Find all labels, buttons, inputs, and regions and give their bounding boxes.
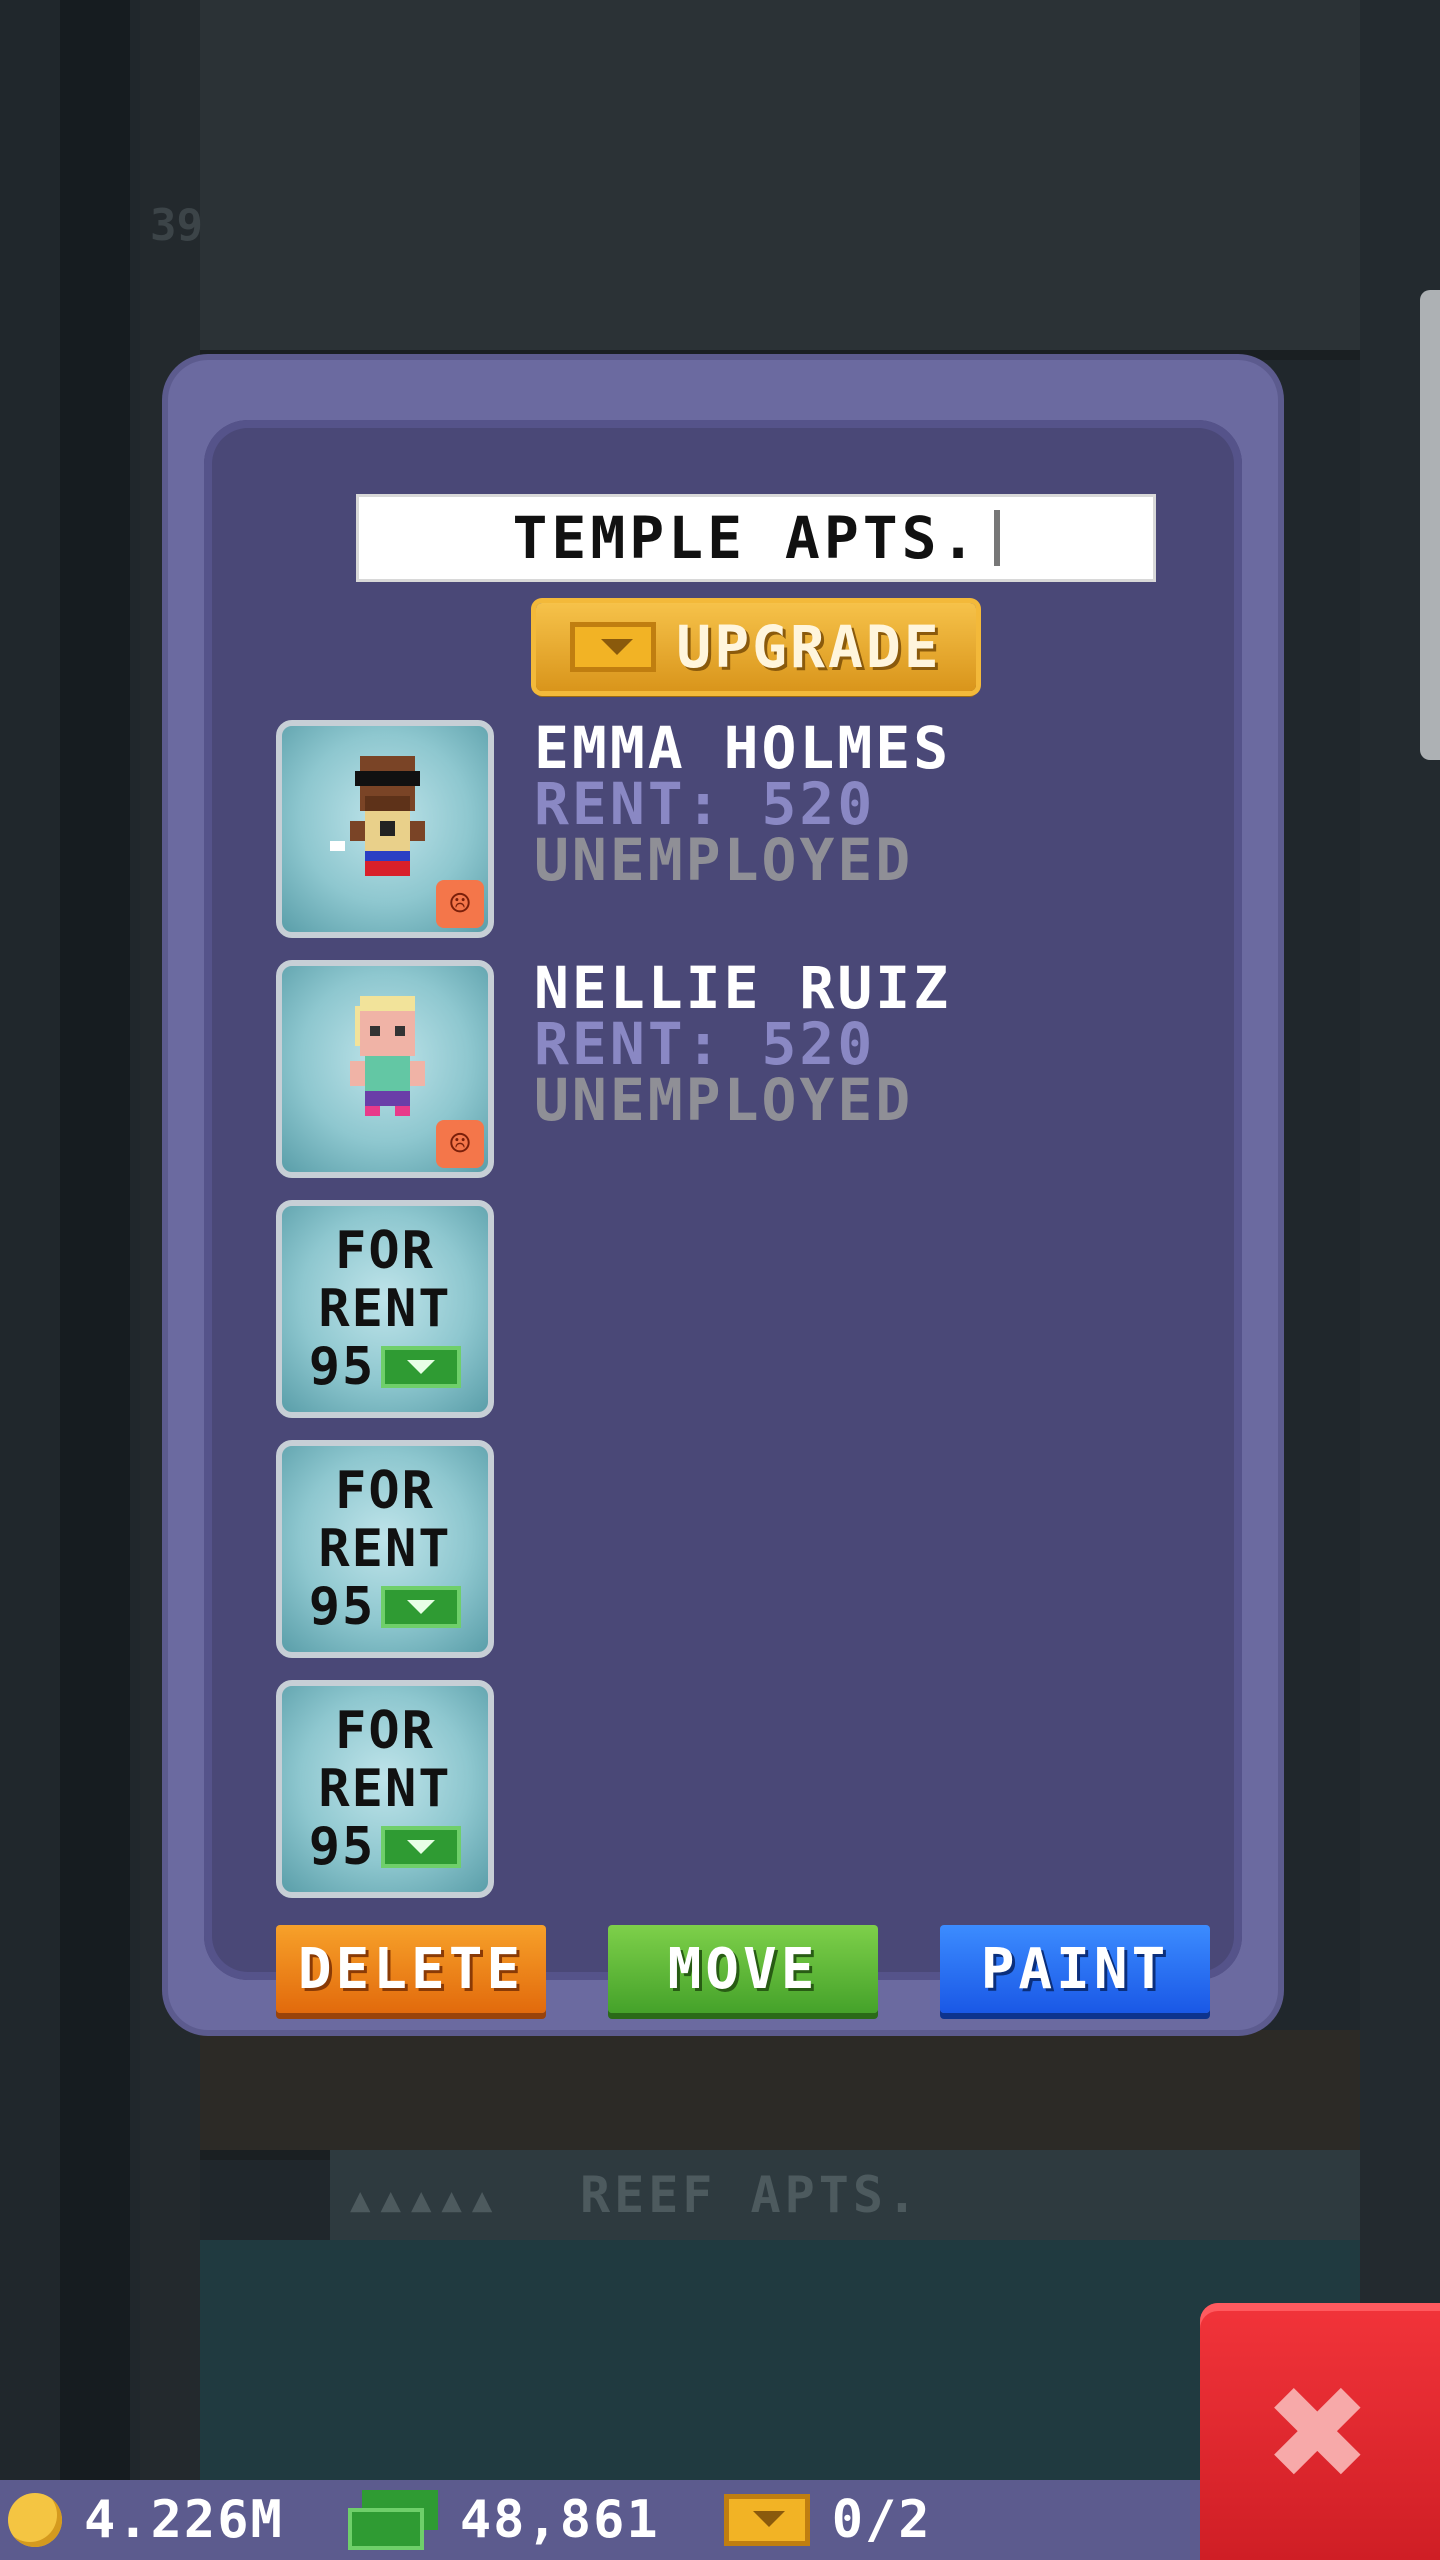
floor-number: 39 bbox=[150, 200, 203, 251]
coin-icon bbox=[8, 2493, 62, 2547]
rent-text: RENT bbox=[318, 1759, 452, 1819]
dialog-panel: TEMPLE APTS. UPGRADE ☹ EMMA HOLMES RENT:… bbox=[204, 420, 1242, 2013]
for-rent-slot-2[interactable]: FOR RENT 95 bbox=[276, 1440, 494, 1658]
resident-rent: RENT: 520 bbox=[534, 1010, 876, 1078]
for-rent-label: FOR RENT 95 bbox=[282, 1686, 488, 1892]
resident-info-1: EMMA HOLMES RENT: 520 UNEMPLOYED bbox=[534, 714, 952, 894]
currency-status-bar: 4.226M 48,861 0/2 bbox=[0, 2480, 1200, 2560]
side-scroll-handle[interactable] bbox=[1420, 290, 1440, 760]
bux-icon bbox=[381, 1346, 462, 1388]
sad-face-icon: ☹ bbox=[436, 1120, 484, 1168]
close-x-icon: ✖ bbox=[1268, 2332, 1372, 2531]
move-button[interactable]: MOVE bbox=[608, 1925, 878, 2013]
bux-icon bbox=[381, 1586, 462, 1628]
bux-icon bbox=[381, 1826, 462, 1868]
middle-floor bbox=[200, 2030, 1360, 2160]
rent-price: 95 bbox=[309, 1578, 462, 1636]
golden-ticket-icon bbox=[570, 622, 657, 672]
for-text: FOR bbox=[335, 1461, 435, 1521]
resident-rent: RENT: 520 bbox=[534, 770, 876, 838]
resident-slot-2[interactable]: ☹ bbox=[276, 960, 494, 1178]
price-value: 95 bbox=[308, 1577, 376, 1637]
paint-button[interactable]: PAINT bbox=[940, 1925, 1210, 2013]
resident-avatar-emma bbox=[330, 755, 425, 876]
text-caret bbox=[993, 510, 1000, 566]
resident-job: UNEMPLOYED bbox=[534, 826, 914, 894]
rent-text: RENT bbox=[318, 1519, 452, 1579]
game-screen: 39 REEF APTS. ▲▲▲▲▲ TEMPLE APTS. UPGRADE bbox=[0, 0, 1440, 2560]
for-rent-label: FOR RENT 95 bbox=[282, 1446, 488, 1652]
bux-value: 48,861 bbox=[459, 2490, 660, 2550]
resident-job: UNEMPLOYED bbox=[534, 1066, 914, 1134]
lower-floor-name: REEF APTS. bbox=[580, 2166, 922, 2224]
resident-info-2: NELLIE RUIZ RENT: 520 UNEMPLOYED bbox=[534, 954, 952, 1134]
upgrade-label: UPGRADE bbox=[676, 613, 942, 681]
elevator-shaft bbox=[60, 0, 130, 2480]
tickets-value: 0/2 bbox=[831, 2490, 932, 2550]
resident-name: NELLIE RUIZ bbox=[534, 954, 952, 1022]
golden-ticket-icon bbox=[723, 2494, 810, 2546]
resident-slot-1[interactable]: ☹ bbox=[276, 720, 494, 938]
lower-floor bbox=[200, 2240, 1360, 2490]
upper-floor bbox=[200, 0, 1360, 360]
floor-name-text: TEMPLE APTS. bbox=[512, 504, 980, 572]
floor-name-input[interactable]: TEMPLE APTS. bbox=[356, 494, 1156, 582]
rent-text: RENT bbox=[318, 1279, 452, 1339]
bux-icon bbox=[347, 2490, 438, 2550]
rent-price: 95 bbox=[309, 1818, 462, 1876]
for-rent-label: FOR RENT 95 bbox=[282, 1206, 488, 1412]
resident-name: EMMA HOLMES bbox=[534, 714, 952, 782]
for-text: FOR bbox=[335, 1221, 435, 1281]
occupant-icons: ▲▲▲▲▲ bbox=[350, 2180, 503, 2220]
upgrade-button[interactable]: UPGRADE bbox=[536, 603, 976, 691]
for-text: FOR bbox=[335, 1701, 435, 1761]
resident-avatar-nellie bbox=[350, 995, 425, 1116]
delete-button[interactable]: DELETE bbox=[276, 1925, 546, 2013]
price-value: 95 bbox=[308, 1337, 376, 1397]
sad-face-icon: ☹ bbox=[436, 880, 484, 928]
price-value: 95 bbox=[308, 1817, 376, 1877]
floor-detail-dialog: TEMPLE APTS. UPGRADE ☹ EMMA HOLMES RENT:… bbox=[168, 360, 1278, 2030]
for-rent-slot-1[interactable]: FOR RENT 95 bbox=[276, 1200, 494, 1418]
coins-value: 4.226M bbox=[84, 2490, 284, 2550]
close-button[interactable]: ✖ bbox=[1200, 2303, 1440, 2560]
for-rent-slot-3[interactable]: FOR RENT 95 bbox=[276, 1680, 494, 1898]
rent-price: 95 bbox=[309, 1338, 462, 1396]
